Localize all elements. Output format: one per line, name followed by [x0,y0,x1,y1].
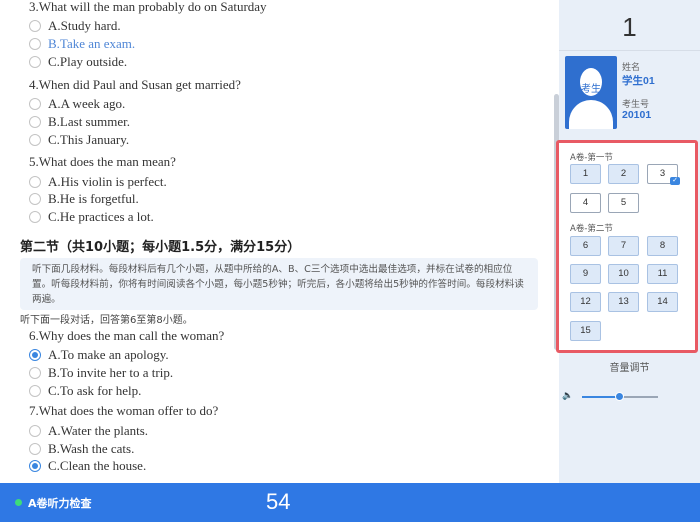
radio-button[interactable] [29,134,41,146]
q6-option-a[interactable]: A.To make an apology. [29,347,169,363]
nav-question-2[interactable]: 2 [608,164,639,184]
divider [559,50,700,51]
q5-option-c[interactable]: C.He practices a lot. [29,209,154,225]
option-label: B.To invite her to a trip. [48,365,174,380]
option-label: C.Clean the house. [48,458,147,473]
q4-option-b[interactable]: B.Last summer. [29,114,130,130]
current-question-number: 1 [622,12,637,42]
question-navigator: A卷-第一节 1 2 3 ✓ 4 5 A卷-第二节 6 7 8 9 10 11 1… [556,140,698,353]
nav-question-5[interactable]: 5 [608,193,639,213]
nav-question-10[interactable]: 10 [608,264,639,284]
sub-instruction: 听下面一段对话，回答第6至第8小题。 [20,315,193,326]
q5-option-a[interactable]: A.His violin is perfect. [29,174,167,190]
radio-button[interactable] [29,443,41,455]
volume-slider-handle[interactable] [615,392,624,401]
nav-question-8[interactable]: 8 [647,236,678,256]
radio-button[interactable] [29,116,41,128]
option-label: B.Wash the cats. [48,441,135,456]
nav-question-14[interactable]: 14 [647,292,678,312]
radio-button[interactable] [29,425,41,437]
speaker-icon[interactable]: 🔈 [562,390,574,402]
option-label: A.His violin is perfect. [48,174,167,189]
q3-option-a[interactable]: A.Study hard. [29,18,121,34]
student-id-value: 20101 [622,109,652,121]
avatar-label: 考生 [581,84,601,95]
q7-option-a[interactable]: A.Water the plants. [29,423,148,439]
q3-option-b[interactable]: B.Take an exam. [29,36,135,52]
name-value: 学生01 [622,75,655,87]
radio-button[interactable] [29,367,41,379]
nav-question-6[interactable]: 6 [570,236,601,256]
nav-question-7[interactable]: 7 [608,236,639,256]
radio-button-checked[interactable] [29,349,41,361]
nav-question-9[interactable]: 9 [570,264,601,284]
answered-check-icon: ✓ [670,177,680,185]
option-label: C.He practices a lot. [48,209,154,224]
section-instruction: 听下面几段材料。每段材料后有几个小题，从题中所给的A、B、C三个选项中选出最佳选… [20,258,538,310]
option-label: C.To ask for help. [48,383,142,398]
option-label: B.He is forgetful. [48,191,139,206]
radio-button[interactable] [29,20,41,32]
option-label: A.A week ago. [48,96,126,111]
volume-label: 音量调节 [609,363,650,374]
q7-option-b[interactable]: B.Wash the cats. [29,441,134,457]
nav-label: 3 [659,168,666,179]
q5-option-b[interactable]: B.He is forgetful. [29,191,139,207]
section-title: 第二节（共10小题；每小题1.5分，满分15分） [20,240,301,255]
nav-question-1[interactable]: 1 [570,164,601,184]
radio-button[interactable] [29,56,41,68]
group-title: A卷-第二节 [570,224,613,234]
nav-question-11[interactable]: 11 [647,264,678,284]
option-label: A.Study hard. [48,18,121,33]
option-label: A.Water the plants. [48,423,149,438]
bottom-bar: A卷听力检查 54 [0,483,700,522]
question-6-title: 6.Why does the man call the woman? [29,328,225,343]
nav-question-13[interactable]: 13 [608,292,639,312]
q4-option-a[interactable]: A.A week ago. [29,96,125,112]
section-status-title: A卷听力检查 [28,497,92,510]
radio-button[interactable] [29,193,41,205]
group-title: A卷-第一节 [570,153,613,163]
name-label: 姓名 [622,63,641,73]
radio-button[interactable] [29,211,41,223]
q3-option-c[interactable]: C.Play outside. [29,54,127,70]
radio-button-checked[interactable] [29,460,41,472]
q4-option-c[interactable]: C.This January. [29,132,129,148]
q6-option-b[interactable]: B.To invite her to a trip. [29,365,173,381]
nav-question-15[interactable]: 15 [570,321,601,341]
option-label: B.Take an exam. [48,36,136,51]
q7-option-c[interactable]: C.Clean the house. [29,458,146,474]
radio-button[interactable] [29,38,41,50]
status-dot-icon [15,499,22,506]
countdown-timer: 54 [266,489,291,514]
option-label: C.This January. [48,132,130,147]
radio-button[interactable] [29,98,41,110]
radio-button[interactable] [29,176,41,188]
q6-option-c[interactable]: C.To ask for help. [29,383,141,399]
option-label: C.Play outside. [48,54,128,69]
question-7-title: 7.What does the woman offer to do? [29,403,219,418]
question-5-title: 5.What does the man mean? [29,154,176,169]
avatar: 考生 [565,56,617,129]
avatar-body-icon [569,100,613,129]
question-area: 3.What will the man probably do on Satur… [0,0,558,483]
question-3-title: 3.What will the man probably do on Satur… [29,0,267,14]
option-label: B.Last summer. [48,114,130,129]
option-label: A.To make an apology. [48,347,169,362]
radio-button[interactable] [29,385,41,397]
nav-question-3[interactable]: 3 ✓ [647,164,680,185]
nav-question-12[interactable]: 12 [570,292,601,312]
nav-question-4[interactable]: 4 [570,193,601,213]
question-4-title: 4.When did Paul and Susan get married? [29,77,241,92]
